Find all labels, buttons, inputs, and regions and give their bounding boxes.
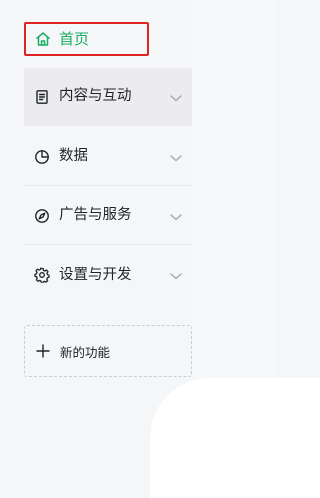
document-icon bbox=[34, 89, 50, 105]
compass-icon bbox=[34, 208, 50, 224]
chevron-down-icon[interactable] bbox=[168, 268, 184, 284]
pie-chart-icon bbox=[34, 149, 50, 165]
home-icon bbox=[35, 31, 51, 47]
chevron-down-icon[interactable] bbox=[168, 90, 184, 106]
gear-icon bbox=[34, 267, 50, 283]
sidebar-item-home[interactable]: 首页 bbox=[24, 22, 149, 56]
chevron-down-icon[interactable] bbox=[168, 209, 184, 225]
sidebar-item-label: 广告与服务 bbox=[59, 207, 132, 224]
sidebar-item-settings-dev[interactable]: 设置与开发 bbox=[24, 246, 192, 304]
sidebar-item-home-label: 首页 bbox=[59, 29, 90, 48]
new-feature-button[interactable]: 新的功能 bbox=[24, 325, 192, 377]
chevron-down-icon[interactable] bbox=[168, 150, 184, 166]
sidebar-nav: 首页 内容与互动 数据 广告与服务 设置与开发 新的功能 bbox=[24, 0, 192, 451]
new-feature-label: 新的功能 bbox=[60, 344, 111, 360]
sidebar-item-label: 内容与互动 bbox=[59, 88, 132, 105]
sidebar-item-label: 设置与开发 bbox=[59, 266, 132, 283]
plus-icon bbox=[35, 343, 51, 359]
sidebar-item-label: 数据 bbox=[59, 148, 88, 165]
sidebar-item-data[interactable]: 数据 bbox=[24, 128, 192, 186]
sidebar-item-ads-services[interactable]: 广告与服务 bbox=[24, 187, 192, 245]
sidebar-item-content-interaction[interactable]: 内容与互动 bbox=[24, 68, 192, 126]
